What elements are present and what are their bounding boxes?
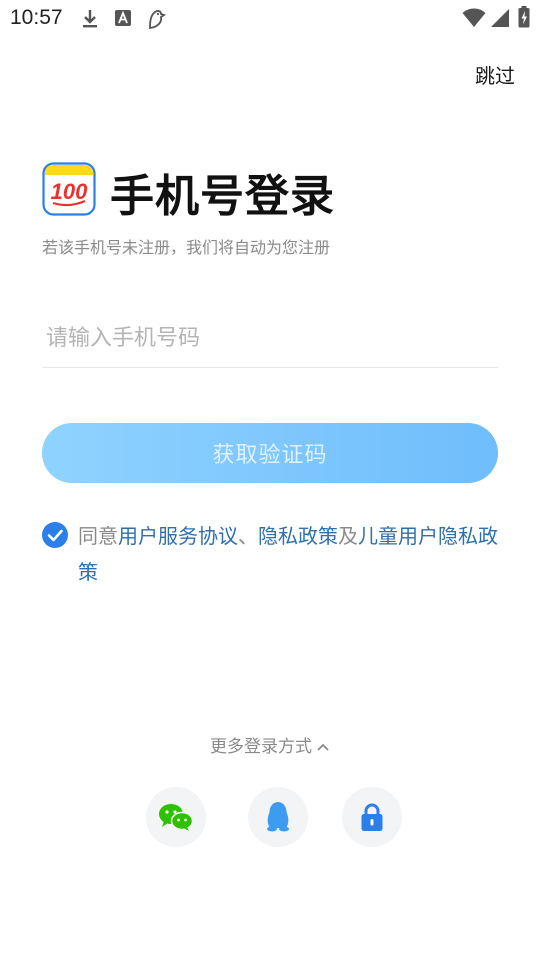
page-subtitle: 若该手机号未注册，我们将自动为您注册 <box>42 238 331 257</box>
download-icon <box>83 10 97 28</box>
agreement-prefix: 同意 <box>78 524 118 548</box>
qq-icon <box>267 802 289 832</box>
page-title: 手机号登录 <box>110 171 335 222</box>
status-bar: 10:57 <box>0 0 540 36</box>
privacy-policy-link[interactable]: 隐私政策 <box>258 524 338 548</box>
bird-icon <box>149 10 167 30</box>
signal-icon <box>491 9 509 27</box>
status-time: 10:57 <box>10 6 63 29</box>
wechat-login-button[interactable] <box>146 787 206 847</box>
get-code-button[interactable]: 获取验证码 <box>42 423 498 483</box>
logo-text: 100 <box>51 179 88 204</box>
agreement-separator: 、 <box>238 524 258 548</box>
app-logo: 100 <box>42 162 96 216</box>
user-service-agreement-link[interactable]: 用户服务协议 <box>118 524 238 548</box>
password-login-button[interactable] <box>342 787 402 847</box>
battery-icon <box>518 6 530 28</box>
chevron-up-icon <box>317 743 329 751</box>
wechat-icon <box>159 804 194 831</box>
agreement-conjunction: 及 <box>338 524 358 548</box>
lock-icon <box>361 803 383 831</box>
more-login-label: 更多登录方式 <box>210 737 312 757</box>
skip-button[interactable]: 跳过 <box>475 60 515 89</box>
checkmark-icon <box>47 529 63 542</box>
font-app-icon <box>115 10 131 26</box>
wifi-icon <box>462 8 486 27</box>
more-login-toggle[interactable]: 更多登录方式 <box>0 732 540 757</box>
qq-login-button[interactable] <box>248 787 308 847</box>
agreement-text: 同意用户服务协议、隐私政策及儿童用户隐私政策 <box>78 518 502 590</box>
phone-number-input[interactable] <box>42 310 498 368</box>
agreement-checkbox[interactable] <box>42 522 68 548</box>
